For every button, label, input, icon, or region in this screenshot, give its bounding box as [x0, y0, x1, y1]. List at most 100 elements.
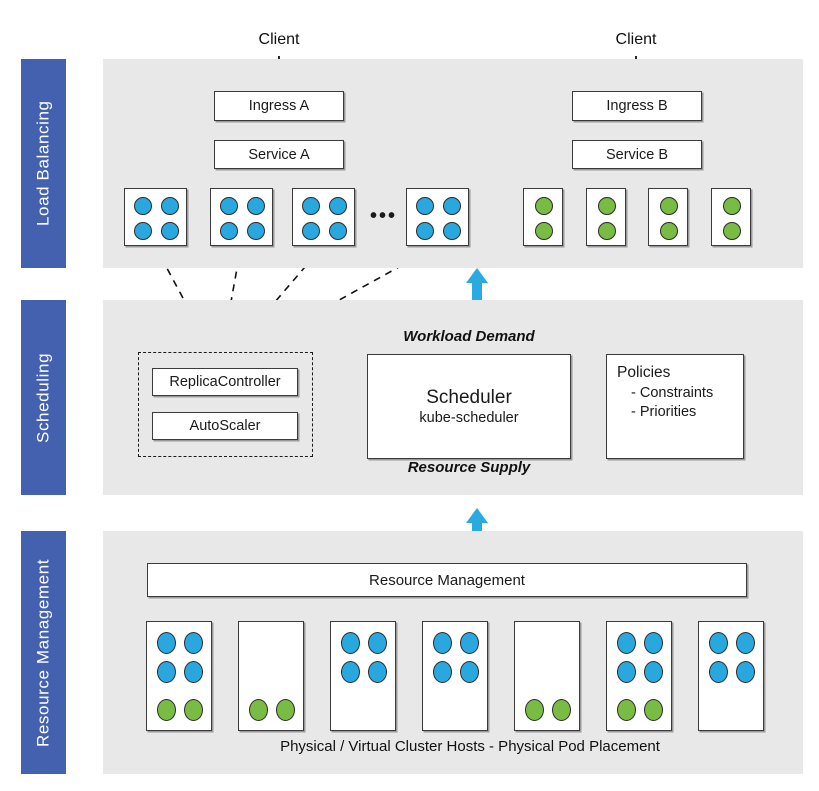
- pod-blue: [134, 197, 152, 215]
- scheduler-box[interactable]: Scheduler kube-scheduler: [367, 354, 571, 459]
- pod-blue: [617, 661, 636, 683]
- host-2[interactable]: [238, 621, 304, 731]
- scheduler-title: Scheduler: [426, 386, 512, 408]
- policies-item-constraints: - Constraints: [631, 385, 714, 401]
- pod-group-b3[interactable]: [648, 188, 688, 246]
- service-b-label: Service B: [605, 146, 669, 163]
- client-a-label: Client: [258, 31, 300, 48]
- pod-blue: [247, 222, 265, 240]
- pod-green: [723, 222, 741, 240]
- pod-green: [552, 699, 571, 721]
- pod-blue: [161, 222, 179, 240]
- service-a-box[interactable]: Service A: [214, 140, 344, 169]
- pod-blue: [302, 197, 320, 215]
- pod-blue: [220, 197, 238, 215]
- pod-blue: [329, 197, 347, 215]
- pod-blue: [302, 222, 320, 240]
- host-7[interactable]: [698, 621, 764, 731]
- pod-blue: [617, 632, 636, 654]
- pod-blue: [341, 632, 360, 654]
- ingress-a-box[interactable]: Ingress A: [214, 91, 344, 121]
- pod-blue: [329, 222, 347, 240]
- pod-group-b2[interactable]: [586, 188, 626, 246]
- resource-supply-label: Resource Supply: [407, 459, 531, 476]
- host-1[interactable]: [146, 621, 212, 731]
- pod-green: [184, 699, 203, 721]
- pod-green: [249, 699, 268, 721]
- pod-green: [535, 222, 553, 240]
- policies-box[interactable]: Policies - Constraints - Priorities: [606, 354, 744, 459]
- pod-blue: [443, 222, 461, 240]
- autoscaler-box[interactable]: AutoScaler: [152, 412, 298, 440]
- policies-heading: Policies: [617, 364, 671, 381]
- service-b-box[interactable]: Service B: [572, 140, 702, 169]
- pod-green: [276, 699, 295, 721]
- ingress-b-box[interactable]: Ingress B: [572, 91, 702, 121]
- pod-blue: [247, 197, 265, 215]
- cluster-hosts-caption: Physical / Virtual Cluster Hosts - Physi…: [280, 738, 660, 755]
- pod-blue: [157, 661, 176, 683]
- pod-blue: [644, 661, 663, 683]
- pod-group-b4[interactable]: [711, 188, 751, 246]
- pod-blue: [341, 661, 360, 683]
- pod-blue: [368, 632, 387, 654]
- service-a-label: Service A: [248, 146, 310, 163]
- resource-management-bar-label: Resource Management: [369, 571, 525, 589]
- pod-blue: [433, 661, 452, 683]
- section-label-load-balancing: Load Balancing: [21, 59, 66, 268]
- pod-blue: [460, 632, 479, 654]
- host-3[interactable]: [330, 621, 396, 731]
- policies-item-priorities: - Priorities: [631, 404, 697, 420]
- pod-blue: [460, 661, 479, 683]
- pod-blue: [443, 197, 461, 215]
- pod-green: [660, 222, 678, 240]
- pod-blue: [416, 197, 434, 215]
- scheduler-text-stack: Scheduler kube-scheduler: [419, 386, 518, 428]
- pod-green: [598, 222, 616, 240]
- section-label-text: Scheduling: [33, 352, 53, 443]
- pod-blue: [736, 661, 755, 683]
- pod-green: [525, 699, 544, 721]
- section-label-text: Load Balancing: [33, 100, 53, 227]
- policies-content: Policies - Constraints - Priorities: [617, 363, 713, 422]
- autoscaler-label: AutoScaler: [189, 418, 261, 434]
- section-label-text: Resource Management: [33, 558, 53, 747]
- pod-green: [535, 197, 553, 215]
- pod-green: [157, 699, 176, 721]
- scheduler-subtitle: kube-scheduler: [419, 410, 519, 427]
- pod-blue: [709, 661, 728, 683]
- pod-green: [723, 197, 741, 215]
- host-6[interactable]: [606, 621, 672, 731]
- diagram-canvas: Load Balancing Client Client Ingress A S…: [0, 0, 819, 791]
- pod-blue: [220, 222, 238, 240]
- pod-blue: [644, 632, 663, 654]
- client-b-label: Client: [615, 31, 657, 48]
- workload-demand-label: Workload Demand: [403, 328, 535, 345]
- host-4[interactable]: [422, 621, 488, 731]
- pod-blue: [157, 632, 176, 654]
- pod-blue: [736, 632, 755, 654]
- host-5[interactable]: [514, 621, 580, 731]
- ingress-a-label: Ingress A: [248, 98, 310, 114]
- pod-blue: [134, 222, 152, 240]
- pod-group-a3[interactable]: [292, 188, 355, 246]
- pod-blue: [161, 197, 179, 215]
- pod-blue: [184, 661, 203, 683]
- pod-group-a2[interactable]: [210, 188, 273, 246]
- pod-group-a4[interactable]: [406, 188, 469, 246]
- pod-group-ellipsis: •••: [370, 205, 398, 227]
- section-label-scheduling: Scheduling: [21, 300, 66, 495]
- pod-group-b1[interactable]: [523, 188, 563, 246]
- pod-group-a1[interactable]: [124, 188, 187, 246]
- pod-green: [660, 197, 678, 215]
- ingress-b-label: Ingress B: [606, 98, 668, 114]
- pod-green: [617, 699, 636, 721]
- resource-management-bar[interactable]: Resource Management: [147, 563, 747, 597]
- pod-blue: [416, 222, 434, 240]
- pod-green: [598, 197, 616, 215]
- replica-controller-label: ReplicaController: [169, 374, 281, 390]
- pod-blue: [368, 661, 387, 683]
- pod-blue: [184, 632, 203, 654]
- replica-controller-box[interactable]: ReplicaController: [152, 368, 298, 396]
- pod-blue: [709, 632, 728, 654]
